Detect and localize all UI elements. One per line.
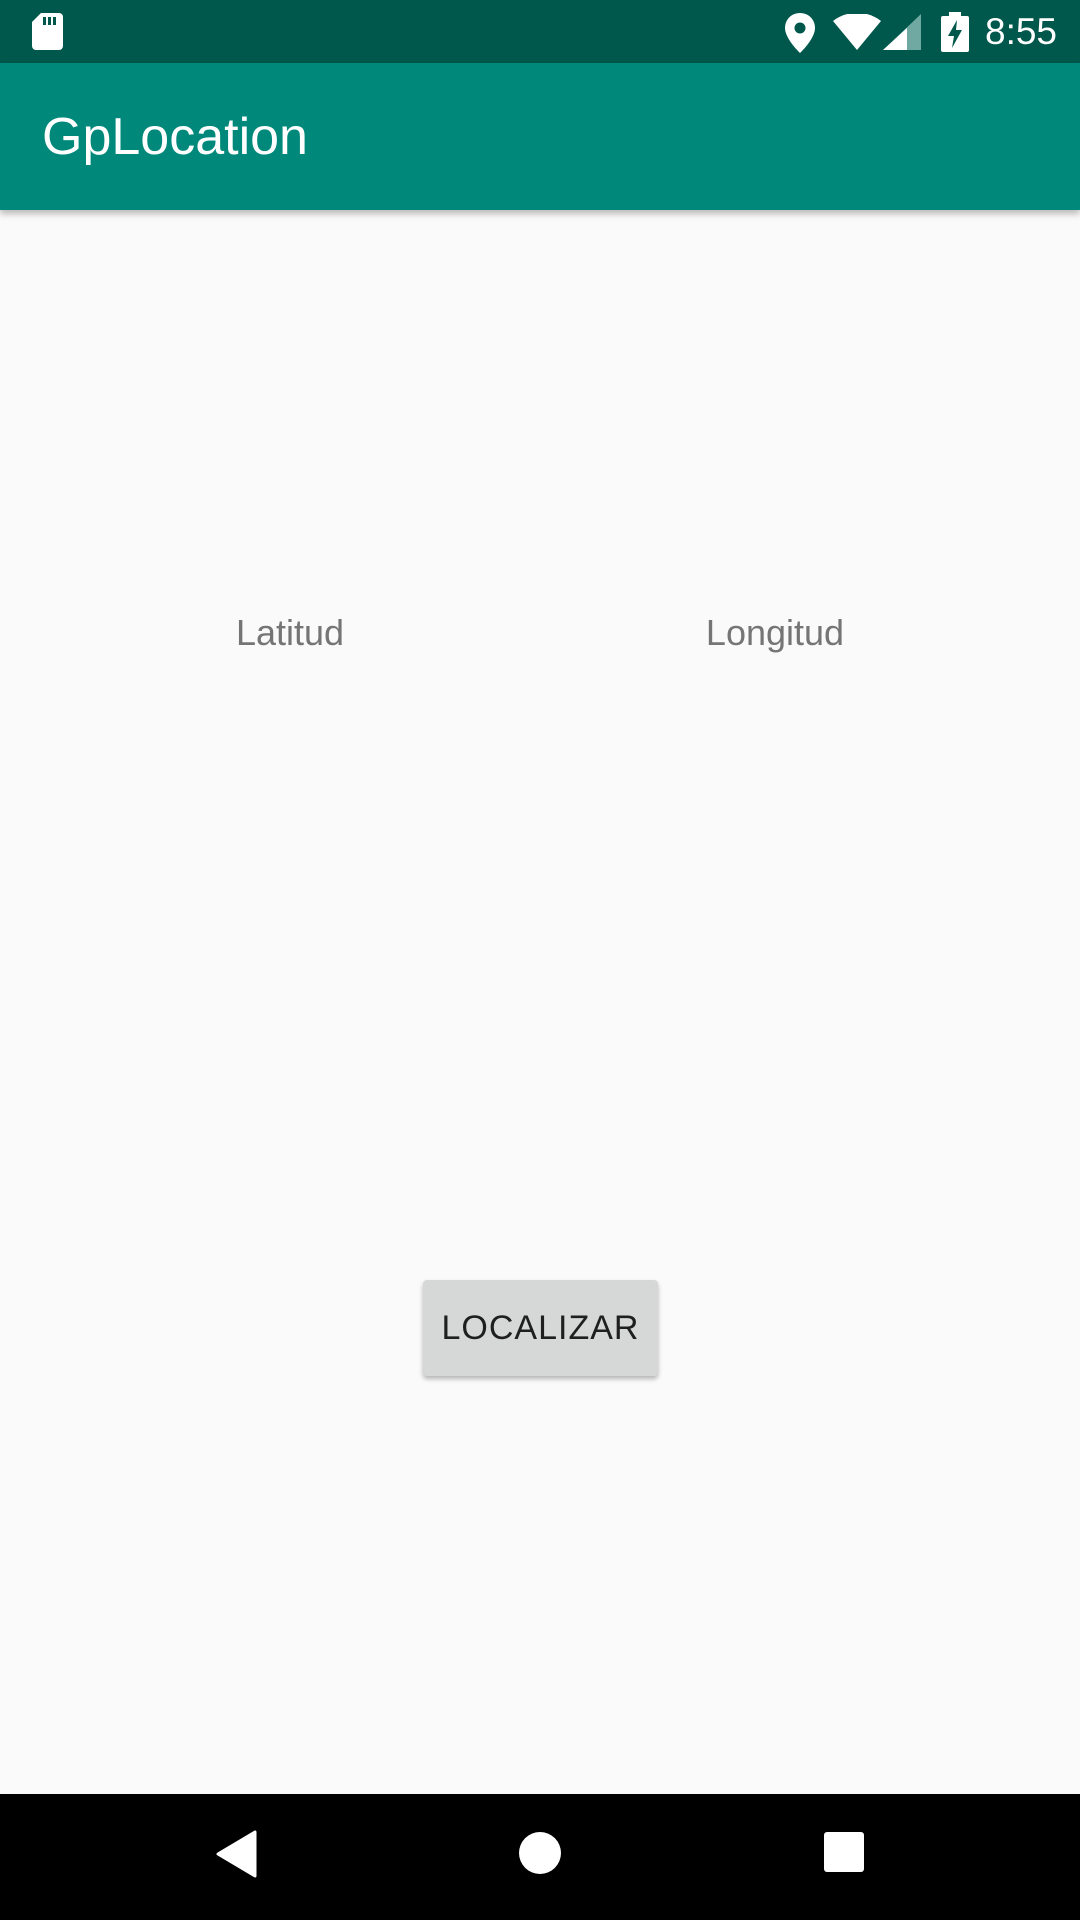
app-title: GpLocation xyxy=(42,108,308,166)
signal-icon xyxy=(883,14,921,50)
main-content: Latitud Longitud LOCALIZAR xyxy=(0,210,1080,1794)
home-icon[interactable] xyxy=(518,1831,562,1875)
location-icon xyxy=(785,13,815,53)
recents-icon[interactable] xyxy=(823,1831,865,1873)
status-time: 8:55 xyxy=(985,11,1058,52)
back-icon[interactable] xyxy=(215,1830,257,1878)
battery-charging-icon xyxy=(941,12,969,52)
navigation-bar xyxy=(0,1794,1080,1920)
locate-button[interactable]: LOCALIZAR xyxy=(423,1280,658,1376)
status-bar: 8:55 xyxy=(0,0,1080,63)
longitude-label: Longitud xyxy=(705,612,845,653)
wifi-icon xyxy=(833,14,881,50)
sd-card-icon xyxy=(32,13,63,50)
latitude-label: Latitud xyxy=(235,612,345,653)
app-toolbar: GpLocation xyxy=(0,63,1080,210)
